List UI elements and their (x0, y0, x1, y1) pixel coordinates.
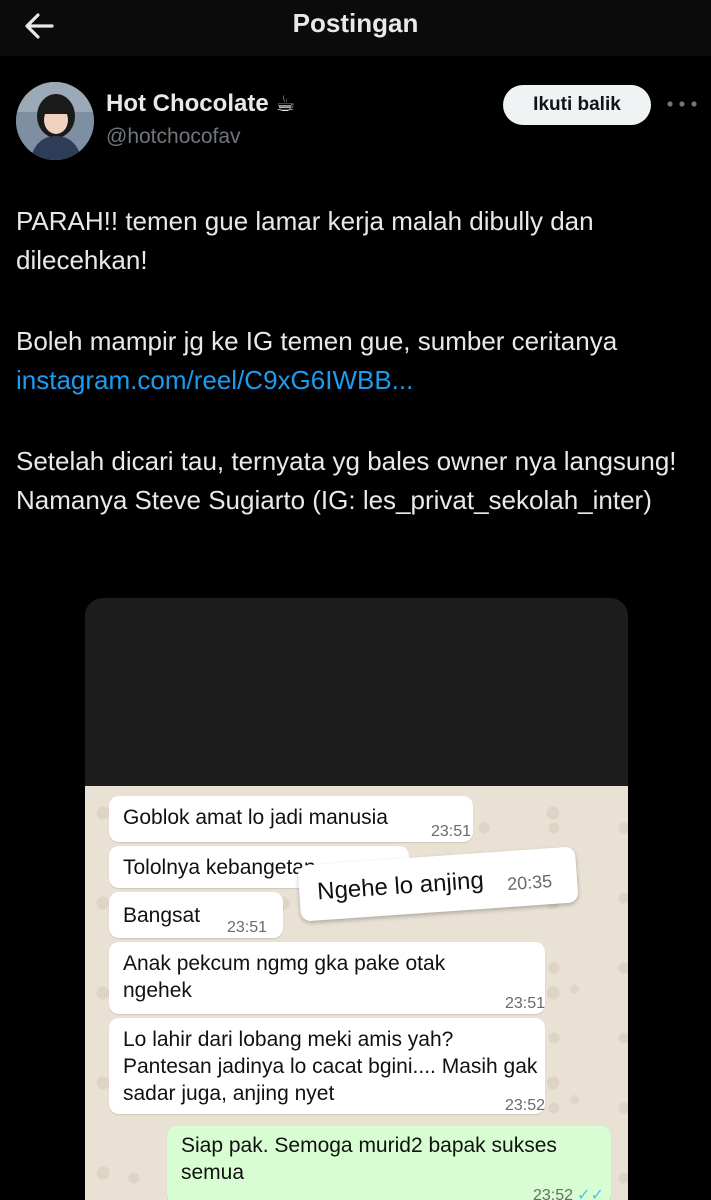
follow-back-button[interactable]: Ikuti balik (503, 85, 651, 125)
chat-bubble: Anak pekcum ngmg gka pake otak ngehek 23… (109, 942, 545, 1014)
avatar[interactable] (16, 82, 94, 160)
chat-bubble-outgoing: Siap pak. Semoga murid2 bapak sukses sem… (167, 1126, 611, 1200)
chat-time: 20:35 (506, 871, 553, 895)
post-paragraph-3: Setelah dicari tau, ternyata yg bales ow… (16, 446, 677, 515)
post-media[interactable]: Goblok amat lo jadi manusia 23:51 Tololn… (85, 598, 628, 1200)
chat-screenshot: Goblok amat lo jadi manusia 23:51 Tololn… (85, 786, 628, 1200)
chat-bubble: Lo lahir dari lobang meki amis yah? Pant… (109, 1018, 545, 1114)
more-options-icon[interactable] (664, 92, 700, 116)
post-paragraph-2-text: Boleh mampir jg ke IG temen gue, sumber … (16, 326, 618, 356)
chat-message: Lo lahir dari lobang meki amis yah? Pant… (123, 1028, 538, 1105)
chat-message: Siap pak. Semoga murid2 bapak sukses sem… (181, 1134, 557, 1184)
chat-message: Bangsat (123, 904, 201, 927)
instagram-link[interactable]: instagram.com/reel/C9xG6IWBB... (16, 365, 413, 395)
read-ticks-icon: ✓✓ (577, 1187, 604, 1200)
chat-bubble-bangsat: Bangsat 23:51 (109, 892, 283, 938)
chat-message: Tololnya kebangetan (123, 856, 316, 879)
chat-bubble: Goblok amat lo jadi manusia 23:51 (109, 796, 473, 842)
page-title: Postingan (292, 8, 419, 38)
post-paragraph-1: PARAH!! temen gue lamar kerja malah dibu… (16, 206, 594, 275)
chat-time: 23:51 (505, 995, 546, 1012)
media-dark-area (85, 598, 628, 786)
chat-message: Ngehe lo anjing (316, 866, 485, 906)
chat-time: 23:51 (227, 919, 268, 936)
post-paragraph-2: Boleh mampir jg ke IG temen gue, sumber … (16, 322, 696, 400)
chat-time: 23:52 (505, 1097, 546, 1114)
author-name[interactable]: Hot Chocolate ☕ (106, 90, 295, 118)
author-name-text: Hot Chocolate (106, 90, 269, 117)
coffee-icon: ☕ (275, 91, 296, 116)
chat-message: Anak pekcum ngmg gka pake otak ngehek (123, 952, 446, 1002)
chat-time: 23:51 (431, 823, 472, 840)
chat-time: 23:52 ✓✓ (533, 1182, 604, 1200)
author-handle[interactable]: @hotchocofav (106, 125, 241, 149)
chat-message: Goblok amat lo jadi manusia (123, 806, 388, 829)
chat-time-text: 23:52 (533, 1187, 574, 1200)
top-bar: Postingan (0, 0, 711, 56)
post-text: PARAH!! temen gue lamar kerja malah dibu… (16, 202, 696, 562)
